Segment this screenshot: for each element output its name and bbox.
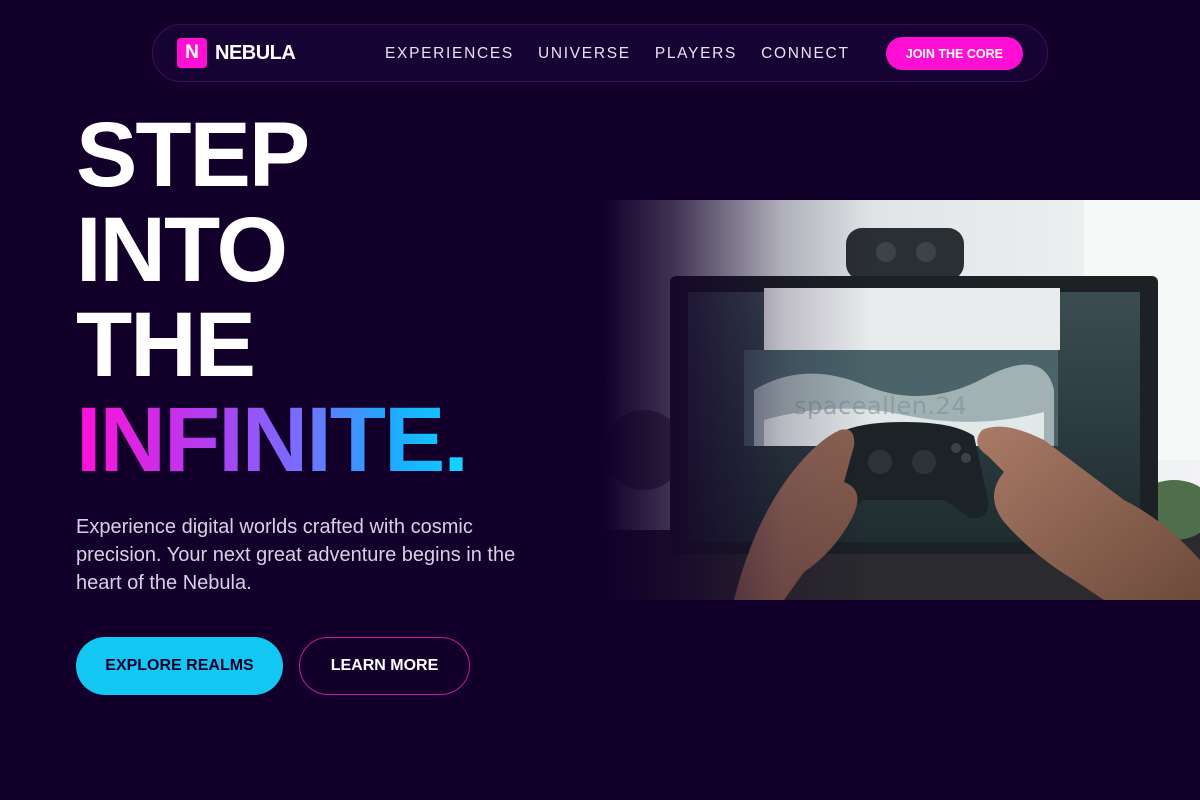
headline-dot: . [443,389,469,491]
headline-line: INTO [76,199,288,301]
landing-page: N NEBULA EXPERIENCES UNIVERSE PLAYERS CO… [0,0,1200,800]
nav-links: EXPERIENCES UNIVERSE PLAYERS CONNECT [385,25,850,83]
nav-link-universe[interactable]: UNIVERSE [538,45,631,63]
headline-highlight-line: INFINITE. [76,389,469,491]
nav-link-experiences[interactable]: EXPERIENCES [385,45,514,63]
nav-link-players[interactable]: PLAYERS [655,45,737,63]
top-nav: N NEBULA EXPERIENCES UNIVERSE PLAYERS CO… [152,24,1048,82]
brand-logo[interactable]: N NEBULA [177,38,296,68]
image-watermark: spaceallen.24 [794,392,968,420]
hero-description: Experience digital worlds crafted with c… [76,516,516,594]
explore-realms-button[interactable]: EXPLORE REALMS [76,637,283,695]
nav-link-connect[interactable]: CONNECT [761,45,850,63]
hero-headline: STEP INTO THE INFINITE. [76,104,469,491]
join-the-core-button[interactable]: JOIN THE CORE [885,37,1023,70]
headline-highlight: INFINITE [76,389,445,491]
headline-line: STEP [76,104,310,206]
brand-name: NEBULA [215,41,296,64]
logo-mark-icon: N [177,38,207,68]
headline-line: THE [76,294,256,396]
learn-more-button[interactable]: LEARN MORE [299,637,470,695]
hero-image: spaceallen.24 [604,200,1200,600]
